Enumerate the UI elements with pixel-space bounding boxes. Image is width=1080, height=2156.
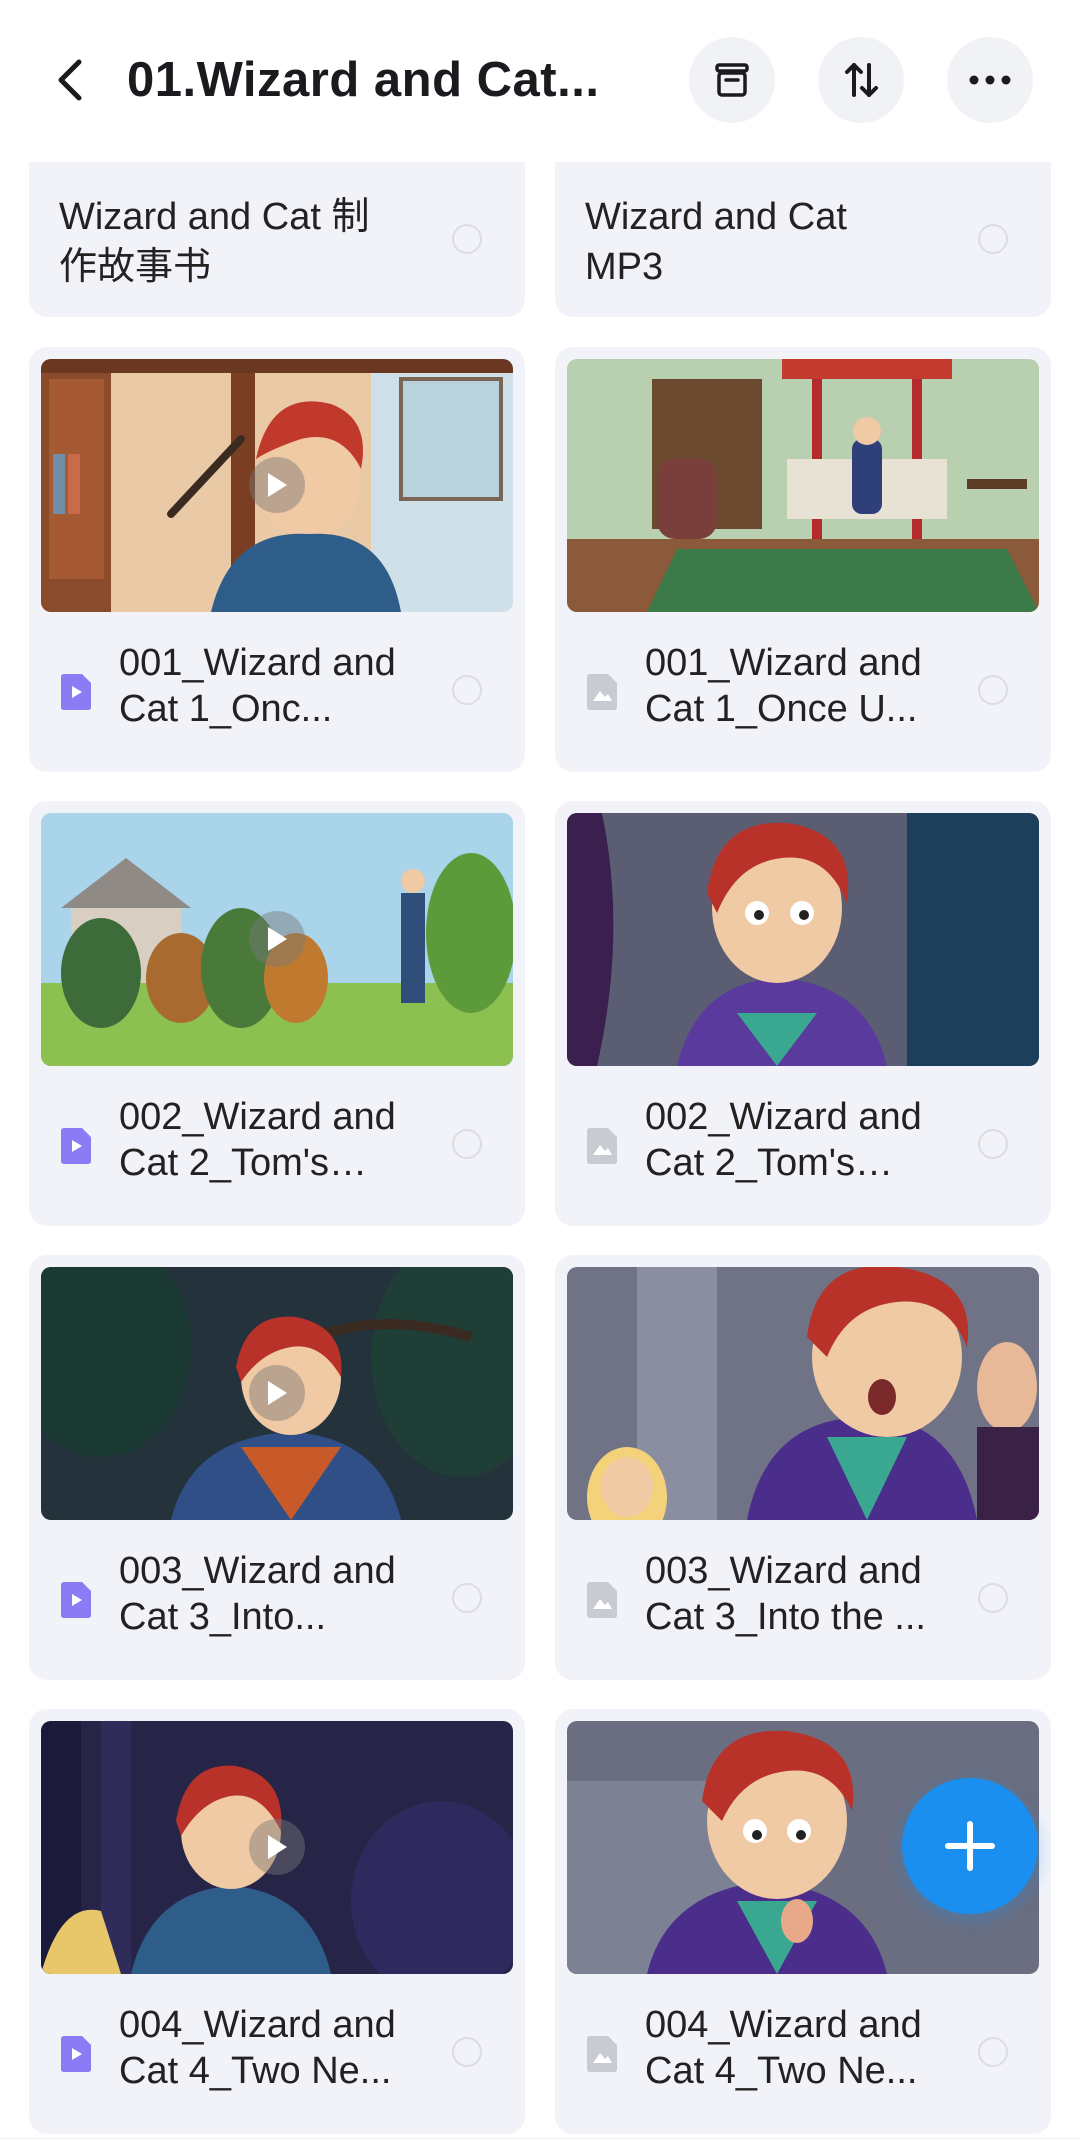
archive-box-icon — [715, 63, 749, 97]
folder-name: Wizard and Cat MP3 — [585, 196, 847, 288]
select-radio[interactable] — [452, 1583, 482, 1613]
select-radio[interactable] — [978, 2037, 1008, 2067]
plus-icon — [945, 1821, 995, 1871]
file-name: 003_Wizard and Cat 3_Into... — [119, 1550, 396, 1638]
image-thumbnail — [567, 359, 1039, 612]
video-thumbnail — [41, 1721, 513, 1974]
file-name: 002_Wizard and Cat 2_Tom's Gi... — [119, 1096, 396, 1184]
file-card[interactable]: 002_Wizard and Cat 2_Tom's Gi... — [555, 801, 1051, 1226]
select-radio[interactable] — [978, 1129, 1008, 1159]
file-card[interactable]: 001_Wizard and Cat 1_Onc... — [29, 347, 525, 772]
image-file-icon — [587, 1128, 617, 1164]
page-title: 01.Wizard and Cat... — [127, 53, 600, 107]
video-file-icon — [61, 1128, 91, 1164]
play-icon — [249, 457, 305, 513]
back-button[interactable] — [40, 45, 100, 115]
folder-name: Wizard and Cat 制作故事书 — [59, 196, 370, 288]
file-name: 001_Wizard and Cat 1_Onc... — [119, 642, 396, 730]
video-thumbnail — [41, 1267, 513, 1520]
image-file-icon — [587, 674, 617, 710]
video-file-icon — [61, 2036, 91, 2072]
play-icon — [249, 911, 305, 967]
file-name: 001_Wizard and Cat 1_Once U... — [645, 642, 922, 730]
video-thumbnail — [41, 359, 513, 612]
image-file-icon — [587, 2036, 617, 2072]
sort-button[interactable] — [818, 37, 904, 123]
select-radio[interactable] — [978, 1583, 1008, 1613]
file-card[interactable]: 004_Wizard and Cat 4_Two Ne... — [555, 1709, 1051, 2134]
video-thumbnail — [41, 813, 513, 1066]
select-radio[interactable] — [452, 2037, 482, 2067]
play-icon — [249, 1819, 305, 1875]
video-file-icon — [61, 1582, 91, 1618]
video-file-icon — [61, 674, 91, 710]
file-card[interactable]: 003_Wizard and Cat 3_Into... — [29, 1255, 525, 1680]
file-name: 002_Wizard and Cat 2_Tom's Gi... — [645, 1096, 922, 1184]
file-name: 004_Wizard and Cat 4_Two Ne... — [119, 2004, 396, 2092]
image-thumbnail — [567, 1267, 1039, 1520]
select-radio[interactable] — [452, 675, 482, 705]
file-card[interactable]: 002_Wizard and Cat 2_Tom's Gi... — [29, 801, 525, 1226]
file-name: 003_Wizard and Cat 3_Into the ... — [645, 1550, 926, 1638]
file-name: 004_Wizard and Cat 4_Two Ne... — [645, 2004, 922, 2092]
image-file-icon — [587, 1582, 617, 1618]
folder-card[interactable]: Wizard and Cat 制作故事书 — [29, 162, 525, 317]
file-card[interactable]: 004_Wizard and Cat 4_Two Ne... — [29, 1709, 525, 2134]
select-radio[interactable] — [978, 675, 1008, 705]
sort-arrows-icon — [845, 63, 878, 97]
bottom-edge — [0, 2138, 1080, 2156]
chevron-left-icon — [58, 59, 82, 101]
top-app-bar: 01.Wizard and Cat... — [0, 0, 1080, 160]
file-card[interactable]: 001_Wizard and Cat 1_Once U... — [555, 347, 1051, 772]
select-radio[interactable] — [452, 1129, 482, 1159]
image-thumbnail — [567, 813, 1039, 1066]
archive-button[interactable] — [689, 37, 775, 123]
play-icon — [249, 1365, 305, 1421]
add-fab-button[interactable] — [902, 1778, 1038, 1914]
file-card[interactable]: 003_Wizard and Cat 3_Into the ... — [555, 1255, 1051, 1680]
more-button[interactable] — [947, 37, 1033, 123]
folder-card[interactable]: Wizard and Cat MP3 — [555, 162, 1051, 317]
select-radio[interactable] — [978, 224, 1008, 254]
more-horizontal-icon — [969, 75, 1011, 85]
select-radio[interactable] — [452, 224, 482, 254]
